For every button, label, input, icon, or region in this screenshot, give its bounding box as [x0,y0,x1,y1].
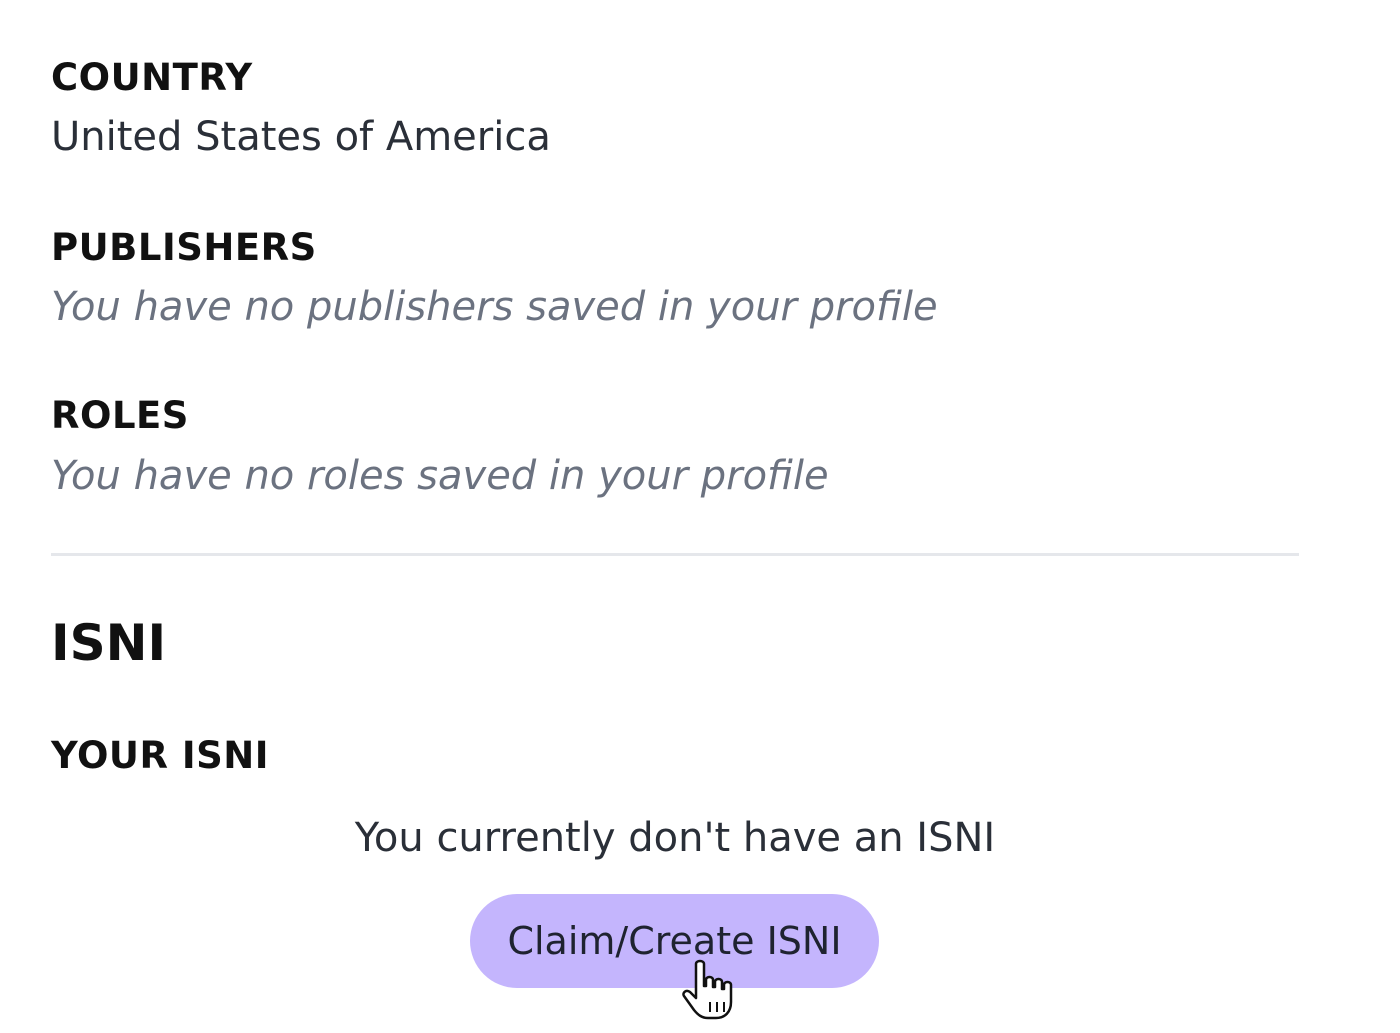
no-isni-message: You currently don't have an ISNI [354,815,996,861]
isni-heading: ISNI [51,614,167,672]
country-label: COUNTRY [51,56,253,99]
your-isni-label: YOUR ISNI [51,734,269,777]
section-divider [51,553,1299,556]
roles-empty-text: You have no roles saved in your profile [51,453,829,499]
claim-create-isni-button[interactable]: Claim/Create ISNI [470,894,879,988]
publishers-label: PUBLISHERS [51,226,317,269]
publishers-empty-text: You have no publishers saved in your pro… [51,284,938,330]
country-value: United States of America [51,114,551,160]
roles-label: ROLES [51,394,189,437]
hand-pointer-icon [682,959,733,1020]
